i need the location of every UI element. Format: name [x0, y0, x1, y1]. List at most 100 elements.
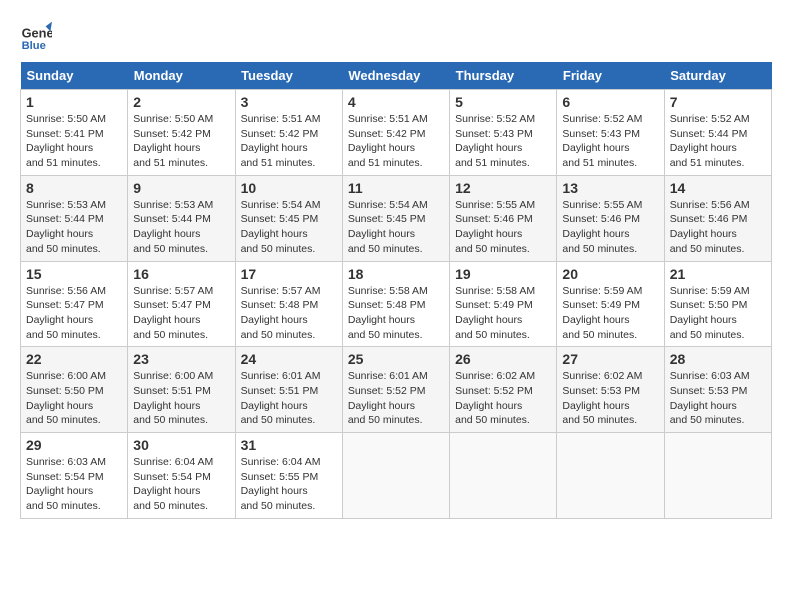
day-number: 31 — [241, 437, 337, 453]
day-header-wednesday: Wednesday — [342, 62, 449, 90]
calendar-week-4: 22 Sunrise: 6:00 AMSunset: 5:50 PMDayligh… — [21, 347, 772, 433]
calendar-cell: 31 Sunrise: 6:04 AMSunset: 5:55 PMDayligh… — [235, 433, 342, 519]
day-number: 6 — [562, 94, 658, 110]
calendar-cell: 3 Sunrise: 5:51 AMSunset: 5:42 PMDaylight… — [235, 90, 342, 176]
day-number: 14 — [670, 180, 766, 196]
day-number: 29 — [26, 437, 122, 453]
calendar-cell: 8Sunrise: 5:53 AMSunset: 5:44 PMDaylight… — [21, 175, 128, 261]
day-number: 11 — [348, 180, 444, 196]
day-number: 27 — [562, 351, 658, 367]
day-info: Sunrise: 5:50 AMSunset: 5:42 PMDaylight … — [133, 112, 229, 171]
calendar-cell: 15Sunrise: 5:56 AMSunset: 5:47 PMDayligh… — [21, 261, 128, 347]
day-number: 3 — [241, 94, 337, 110]
calendar-cell — [342, 433, 449, 519]
day-info: Sunrise: 5:58 AMSunset: 5:48 PMDaylight … — [348, 284, 444, 343]
day-number: 18 — [348, 266, 444, 282]
calendar-cell: 20Sunrise: 5:59 AMSunset: 5:49 PMDayligh… — [557, 261, 664, 347]
calendar-week-5: 29 Sunrise: 6:03 AMSunset: 5:54 PMDayligh… — [21, 433, 772, 519]
day-number: 17 — [241, 266, 337, 282]
calendar-cell: 2Sunrise: 5:50 AMSunset: 5:42 PMDaylight… — [128, 90, 235, 176]
day-info: Sunrise: 5:56 AMSunset: 5:46 PMDaylight … — [670, 198, 766, 257]
logo: General Blue — [20, 20, 52, 52]
calendar-week-1: 1 Sunrise: 5:50 AMSunset: 5:41 PMDaylight… — [21, 90, 772, 176]
day-info: Sunrise: 5:51 AMSunset: 5:42 PMDaylight … — [241, 112, 337, 171]
day-info: Sunrise: 6:02 AMSunset: 5:52 PMDaylight … — [455, 369, 551, 428]
day-info: Sunrise: 6:02 AMSunset: 5:53 PMDaylight … — [562, 369, 658, 428]
day-info: Sunrise: 6:00 AMSunset: 5:50 PMDaylight … — [26, 369, 122, 428]
day-number: 5 — [455, 94, 551, 110]
day-number: 10 — [241, 180, 337, 196]
calendar-table: SundayMondayTuesdayWednesdayThursdayFrid… — [20, 62, 772, 519]
day-header-thursday: Thursday — [450, 62, 557, 90]
calendar-cell: 28Sunrise: 6:03 AMSunset: 5:53 PMDayligh… — [664, 347, 771, 433]
day-info: Sunrise: 5:58 AMSunset: 5:49 PMDaylight … — [455, 284, 551, 343]
header: General Blue — [20, 20, 772, 52]
day-number: 22 — [26, 351, 122, 367]
day-info: Sunrise: 5:55 AMSunset: 5:46 PMDaylight … — [455, 198, 551, 257]
calendar-cell — [664, 433, 771, 519]
day-number: 30 — [133, 437, 229, 453]
day-info: Sunrise: 5:53 AMSunset: 5:44 PMDaylight … — [133, 198, 229, 257]
calendar-cell: 11 Sunrise: 5:54 AMSunset: 5:45 PMDayligh… — [342, 175, 449, 261]
calendar-cell: 23 Sunrise: 6:00 AMSunset: 5:51 PMDayligh… — [128, 347, 235, 433]
svg-text:Blue: Blue — [22, 40, 46, 52]
calendar-cell: 6Sunrise: 5:52 AMSunset: 5:43 PMDaylight… — [557, 90, 664, 176]
day-header-tuesday: Tuesday — [235, 62, 342, 90]
calendar-cell: 18 Sunrise: 5:58 AMSunset: 5:48 PMDayligh… — [342, 261, 449, 347]
calendar-cell: 21Sunrise: 5:59 AMSunset: 5:50 PMDayligh… — [664, 261, 771, 347]
day-number: 12 — [455, 180, 551, 196]
day-info: Sunrise: 6:01 AMSunset: 5:52 PMDaylight … — [348, 369, 444, 428]
day-number: 9 — [133, 180, 229, 196]
calendar-cell: 1 Sunrise: 5:50 AMSunset: 5:41 PMDaylight… — [21, 90, 128, 176]
day-number: 24 — [241, 351, 337, 367]
day-info: Sunrise: 5:55 AMSunset: 5:46 PMDaylight … — [562, 198, 658, 257]
day-info: Sunrise: 5:54 AMSunset: 5:45 PMDaylight … — [241, 198, 337, 257]
day-info: Sunrise: 6:04 AMSunset: 5:55 PMDaylight … — [241, 455, 337, 514]
day-info: Sunrise: 6:03 AMSunset: 5:54 PMDaylight … — [26, 455, 122, 514]
day-number: 7 — [670, 94, 766, 110]
day-info: Sunrise: 5:54 AMSunset: 5:45 PMDaylight … — [348, 198, 444, 257]
day-info: Sunrise: 5:59 AMSunset: 5:50 PMDaylight … — [670, 284, 766, 343]
day-info: Sunrise: 6:04 AMSunset: 5:54 PMDaylight … — [133, 455, 229, 514]
day-number: 4 — [348, 94, 444, 110]
day-info: Sunrise: 6:00 AMSunset: 5:51 PMDaylight … — [133, 369, 229, 428]
calendar-cell: 5 Sunrise: 5:52 AMSunset: 5:43 PMDaylight… — [450, 90, 557, 176]
calendar-cell: 19 Sunrise: 5:58 AMSunset: 5:49 PMDayligh… — [450, 261, 557, 347]
day-header-sunday: Sunday — [21, 62, 128, 90]
calendar-body: 1 Sunrise: 5:50 AMSunset: 5:41 PMDaylight… — [21, 90, 772, 519]
day-number: 25 — [348, 351, 444, 367]
day-header-saturday: Saturday — [664, 62, 771, 90]
calendar-cell: 24 Sunrise: 6:01 AMSunset: 5:51 PMDayligh… — [235, 347, 342, 433]
calendar-week-3: 15Sunrise: 5:56 AMSunset: 5:47 PMDayligh… — [21, 261, 772, 347]
day-info: Sunrise: 5:50 AMSunset: 5:41 PMDaylight … — [26, 112, 122, 171]
day-info: Sunrise: 5:57 AMSunset: 5:47 PMDaylight … — [133, 284, 229, 343]
day-number: 19 — [455, 266, 551, 282]
logo-icon: General Blue — [20, 20, 52, 52]
calendar-cell: 9 Sunrise: 5:53 AMSunset: 5:44 PMDaylight… — [128, 175, 235, 261]
calendar-cell: 7Sunrise: 5:52 AMSunset: 5:44 PMDaylight… — [664, 90, 771, 176]
day-info: Sunrise: 5:57 AMSunset: 5:48 PMDaylight … — [241, 284, 337, 343]
calendar-cell: 4Sunrise: 5:51 AMSunset: 5:42 PMDaylight… — [342, 90, 449, 176]
day-number: 15 — [26, 266, 122, 282]
calendar-cell: 16Sunrise: 5:57 AMSunset: 5:47 PMDayligh… — [128, 261, 235, 347]
day-header-friday: Friday — [557, 62, 664, 90]
day-number: 23 — [133, 351, 229, 367]
calendar-cell — [557, 433, 664, 519]
calendar-cell: 30 Sunrise: 6:04 AMSunset: 5:54 PMDayligh… — [128, 433, 235, 519]
calendar-cell: 13 Sunrise: 5:55 AMSunset: 5:46 PMDayligh… — [557, 175, 664, 261]
calendar-cell: 26Sunrise: 6:02 AMSunset: 5:52 PMDayligh… — [450, 347, 557, 433]
calendar-cell: 22 Sunrise: 6:00 AMSunset: 5:50 PMDayligh… — [21, 347, 128, 433]
day-info: Sunrise: 5:53 AMSunset: 5:44 PMDaylight … — [26, 198, 122, 257]
day-info: Sunrise: 5:52 AMSunset: 5:43 PMDaylight … — [455, 112, 551, 171]
calendar-week-2: 8Sunrise: 5:53 AMSunset: 5:44 PMDaylight… — [21, 175, 772, 261]
day-info: Sunrise: 6:01 AMSunset: 5:51 PMDaylight … — [241, 369, 337, 428]
day-number: 1 — [26, 94, 122, 110]
calendar-cell: 25 Sunrise: 6:01 AMSunset: 5:52 PMDayligh… — [342, 347, 449, 433]
day-header-monday: Monday — [128, 62, 235, 90]
day-number: 28 — [670, 351, 766, 367]
day-number: 13 — [562, 180, 658, 196]
day-info: Sunrise: 5:59 AMSunset: 5:49 PMDaylight … — [562, 284, 658, 343]
calendar-cell — [450, 433, 557, 519]
calendar-cell: 17 Sunrise: 5:57 AMSunset: 5:48 PMDayligh… — [235, 261, 342, 347]
calendar-cell: 27 Sunrise: 6:02 AMSunset: 5:53 PMDayligh… — [557, 347, 664, 433]
